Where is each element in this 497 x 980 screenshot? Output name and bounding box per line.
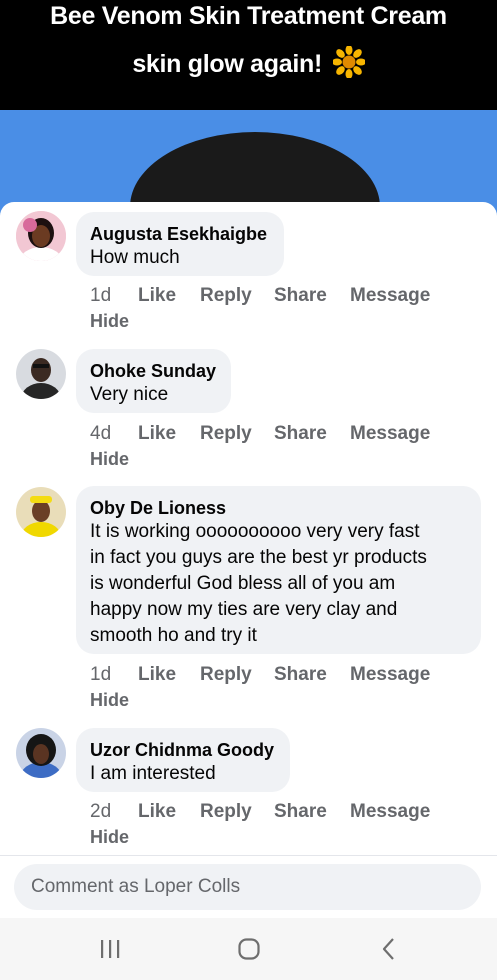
avatar-image: [16, 487, 66, 537]
avatar-image: [16, 349, 66, 399]
comment-text-line: is wonderful God bless all of you am: [90, 573, 396, 594]
share-button[interactable]: Share: [274, 664, 327, 686]
comment-time[interactable]: 1d: [90, 285, 111, 307]
back-icon: [382, 938, 394, 960]
avatar[interactable]: [16, 211, 66, 261]
caption-line-2: skin glow again!: [0, 46, 497, 79]
comment-time[interactable]: 4d: [90, 423, 111, 445]
comment-author[interactable]: Oby De Lioness: [90, 497, 467, 519]
avatar[interactable]: [16, 487, 66, 537]
like-button[interactable]: Like: [138, 423, 176, 445]
like-button[interactable]: Like: [138, 664, 176, 686]
message-button[interactable]: Message: [350, 423, 430, 445]
recents-button[interactable]: [90, 932, 130, 966]
reply-button[interactable]: Reply: [200, 801, 252, 823]
comment-text-line: It is working oooooooooo very very fast: [90, 521, 420, 542]
comment-input[interactable]: Comment as Loper Colls: [14, 864, 481, 910]
hide-button[interactable]: Hide: [90, 311, 129, 332]
comment-author[interactable]: Uzor Chidnma Goody: [90, 739, 276, 761]
message-button[interactable]: Message: [350, 801, 430, 823]
comment-text-line: smooth ho and try it: [90, 625, 257, 646]
hide-button[interactable]: Hide: [90, 690, 129, 711]
comment-time[interactable]: 2d: [90, 801, 111, 823]
hide-button[interactable]: Hide: [90, 449, 129, 470]
comment-time[interactable]: 1d: [90, 664, 111, 686]
comment-bubble: Uzor Chidnma Goody I am interested: [76, 728, 290, 792]
share-button[interactable]: Share: [274, 285, 327, 307]
message-button[interactable]: Message: [350, 664, 430, 686]
back-button[interactable]: [369, 932, 409, 966]
reply-button[interactable]: Reply: [200, 423, 252, 445]
divider: [0, 855, 497, 856]
share-button[interactable]: Share: [274, 423, 327, 445]
like-button[interactable]: Like: [138, 801, 176, 823]
comment-text: I am interested: [90, 763, 216, 784]
comment-author[interactable]: Augusta Esekhaigbe: [90, 223, 270, 245]
sunflower-icon: [332, 46, 365, 78]
system-navigation-bar: [0, 918, 497, 980]
reply-button[interactable]: Reply: [200, 664, 252, 686]
hide-button[interactable]: Hide: [90, 827, 129, 848]
avatar-image: [16, 728, 66, 778]
video-caption: Bee Venom Skin Treatment Cream skin glow…: [0, 0, 497, 110]
comment-text: Very nice: [90, 384, 169, 405]
comment-text: How much: [90, 247, 180, 268]
message-button[interactable]: Message: [350, 285, 430, 307]
comment-text-line: happy now my ties are very clay and: [90, 599, 398, 620]
like-button[interactable]: Like: [138, 285, 176, 307]
home-icon: [238, 938, 260, 960]
avatar-image: [16, 211, 66, 261]
comment-text-line: in fact you guys are the best yr product…: [90, 547, 427, 568]
home-button[interactable]: [229, 932, 269, 966]
caption-line-2-text: skin glow again!: [132, 50, 322, 78]
comment-author[interactable]: Ohoke Sunday: [90, 360, 217, 382]
recents-icon: [101, 940, 120, 958]
comment-input-placeholder: Comment as Loper Colls: [31, 876, 241, 897]
avatar[interactable]: [16, 349, 66, 399]
caption-line-1: Bee Venom Skin Treatment Cream: [50, 2, 447, 30]
comment-bubble: Oby De Lioness It is working oooooooooo …: [76, 486, 481, 654]
share-button[interactable]: Share: [274, 801, 327, 823]
comment-bubble: Ohoke Sunday Very nice: [76, 349, 231, 413]
reply-button[interactable]: Reply: [200, 285, 252, 307]
avatar[interactable]: [16, 728, 66, 778]
comment-bubble: Augusta Esekhaigbe How much: [76, 212, 284, 276]
